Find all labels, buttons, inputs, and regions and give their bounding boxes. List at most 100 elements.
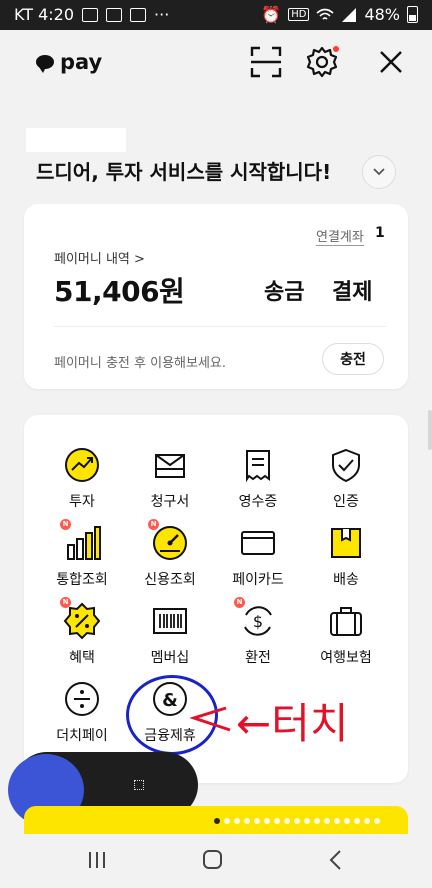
page-dot <box>334 818 340 824</box>
linked-account-link[interactable]: 연결계좌 <box>316 226 364 246</box>
home-icon <box>203 850 222 869</box>
new-badge: N <box>234 597 245 608</box>
back-button[interactable] <box>322 848 352 872</box>
page-dot <box>264 818 270 824</box>
receipt-icon <box>246 450 270 483</box>
menu-item-credit-inquiry[interactable]: N 신용조회 <box>122 519 218 595</box>
alarm-icon: ⏰ <box>261 5 282 24</box>
menu-item-paycard[interactable]: 페이카드 <box>210 523 306 595</box>
balance-amount: 51,406원 <box>54 275 185 308</box>
settings-button[interactable] <box>304 44 340 80</box>
menu-item-receipt[interactable]: 영수증 <box>210 445 306 517</box>
menu-item-investment[interactable]: 투자 <box>34 445 130 517</box>
svg-text:$: $ <box>253 612 263 631</box>
home-button[interactable] <box>198 848 228 872</box>
currency-exchange-icon: $ <box>244 606 272 636</box>
status-bar: KT 4:20 ··· ⏰ HD 48% <box>0 0 432 30</box>
barcode-icon <box>153 608 187 634</box>
handwritten-annotation: ←터치 <box>190 699 348 748</box>
investment-icon <box>65 448 99 482</box>
image-icon <box>82 7 99 22</box>
pay-label: 결제 <box>332 280 373 305</box>
menu-item-integrated-inquiry[interactable]: N 통합조회 <box>34 519 130 595</box>
page-dot <box>254 818 260 824</box>
linked-account-count: 1 <box>375 225 385 241</box>
battery-icon <box>407 6 418 23</box>
page-indicator <box>214 818 380 824</box>
hd-badge: HD <box>288 8 310 21</box>
promo-headline[interactable]: 드디어, 투자 서비스를 시작합니다! <box>36 156 331 185</box>
charge-button[interactable]: 충전 <box>322 343 384 375</box>
expand-button[interactable] <box>362 155 396 189</box>
send-button[interactable]: 송금 <box>264 274 305 306</box>
menu-label: 영수증 <box>238 494 278 510</box>
close-button[interactable] <box>373 44 409 80</box>
menu-item-exchange[interactable]: $ N 환전 <box>210 597 306 673</box>
chevron-down-icon <box>373 168 385 176</box>
paymoney-history-link[interactable]: 페이머니 내역 > <box>54 248 145 267</box>
menu-label: 신용조회 <box>144 572 196 588</box>
battery-percent: 48% <box>364 5 400 24</box>
scan-icon <box>250 46 282 78</box>
menu-label: 인증 <box>333 494 359 510</box>
more-notifications: ··· <box>154 5 170 24</box>
menu-item-delivery[interactable]: 배송 <box>298 523 394 595</box>
menu-label: 배송 <box>333 572 359 588</box>
divide-icon <box>65 682 99 716</box>
card-icon <box>241 531 275 555</box>
touch-annotation-text: ←터치 <box>236 699 348 748</box>
page-dot <box>234 818 240 824</box>
kakaopay-logo: pay <box>36 50 102 74</box>
recent-apps-icon <box>89 852 105 868</box>
signal-icon <box>342 7 357 22</box>
page-dot <box>364 818 370 824</box>
paymoney-card: 연결계좌 1 페이머니 내역 > 51,406원 송금 결제 페이머니 충전 후… <box>24 204 408 389</box>
menu-label: 멤버십 <box>150 650 190 666</box>
page-dot <box>324 818 330 824</box>
notification-dot <box>333 46 339 52</box>
page-dot <box>354 818 360 824</box>
page-dot <box>274 818 280 824</box>
menu-label: 통합조회 <box>56 572 108 588</box>
page-dot <box>294 818 300 824</box>
page-dot <box>244 818 250 824</box>
new-badge: N <box>148 519 159 530</box>
send-label: 송금 <box>264 280 305 305</box>
suitcase-icon <box>330 607 362 636</box>
box-icon <box>331 528 361 558</box>
page-dot <box>304 818 310 824</box>
scan-button[interactable] <box>248 44 284 80</box>
menu-item-travel-insurance[interactable]: 여행보험 <box>298 601 394 673</box>
recent-apps-button[interactable] <box>82 848 112 872</box>
menu-label: 여행보험 <box>320 650 372 666</box>
pay-button[interactable]: 결제 <box>332 274 373 306</box>
page-dot <box>374 818 380 824</box>
menu-item-dutch-pay[interactable]: 더치페이 <box>34 679 130 751</box>
new-badge: N <box>60 519 71 530</box>
charge-hint: 페이머니 충전 후 이용해보세요. <box>54 356 227 371</box>
app-bar: pay <box>0 30 432 96</box>
menu-label: 환전 <box>245 650 271 666</box>
redacted-area <box>26 128 126 152</box>
menu-label: 투자 <box>69 494 95 510</box>
menu-item-membership[interactable]: 멤버십 <box>122 601 218 673</box>
back-icon <box>329 850 341 870</box>
page-dot-active <box>214 818 220 824</box>
menu-label: 혜택 <box>69 650 95 666</box>
menu-label: 청구서 <box>150 494 190 510</box>
bill-icon <box>155 454 185 478</box>
scroll-indicator <box>428 410 432 450</box>
divider <box>54 326 386 327</box>
gallery-icon <box>106 7 123 22</box>
system-nav-bar <box>0 834 432 888</box>
carrier-time: KT 4:20 <box>14 5 75 24</box>
logo-text: pay <box>60 50 103 74</box>
menu-item-bill[interactable]: 청구서 <box>122 445 218 517</box>
menu-item-benefits[interactable]: N 혜택 <box>34 597 130 673</box>
shield-check-icon <box>332 448 360 483</box>
menu-item-certification[interactable]: 인증 <box>298 445 394 517</box>
pill-icon <box>134 780 144 790</box>
new-badge: N <box>60 597 71 608</box>
menu-label: 페이카드 <box>232 572 284 588</box>
wifi-icon <box>316 8 334 20</box>
